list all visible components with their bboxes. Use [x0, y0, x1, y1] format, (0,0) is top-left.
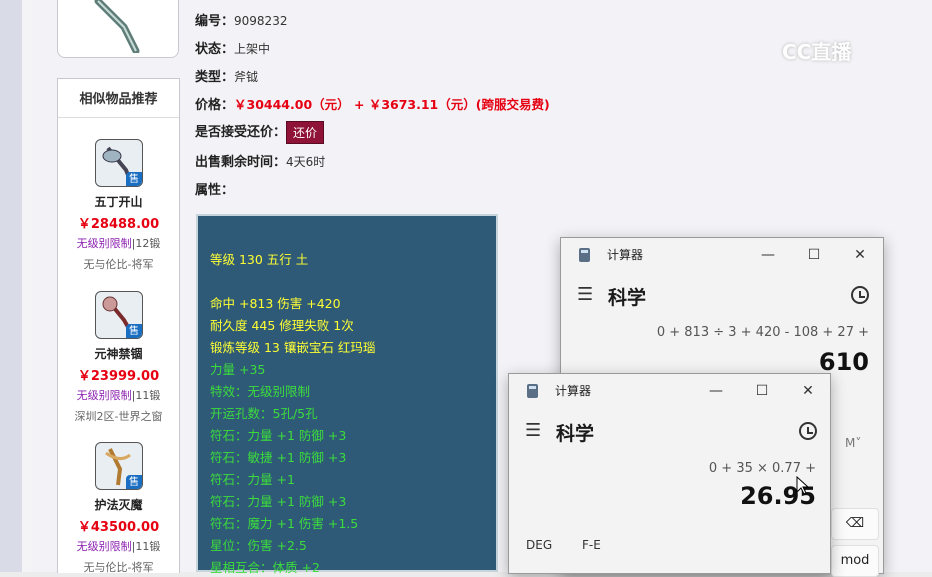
attribute-line: 符石：力量 +1 — [210, 472, 295, 487]
attr-row: 属性： — [195, 179, 234, 198]
menu-icon[interactable]: ☰ — [525, 420, 541, 441]
similar-item[interactable]: 售 元神禁锢 ￥23999.00 无级别限制|11锻 深圳2区-世界之窗 — [58, 291, 179, 424]
similar-item-name[interactable]: 五丁开山 — [58, 193, 179, 210]
item-icon[interactable]: 售 — [94, 442, 143, 490]
type-row: 类型：斧钺 — [195, 66, 258, 85]
similar-items-title: 相似物品推荐 — [58, 79, 179, 118]
result-display: 610 — [818, 348, 869, 376]
attribute-line: 锻炼等级 13 镶嵌宝石 红玛瑙 — [210, 340, 376, 355]
window-title: 计算器 — [607, 248, 644, 262]
attribute-line: 力量 +35 — [210, 362, 266, 377]
attribute-line: 星相互合：体质 +2 — [210, 560, 320, 575]
similar-item-server: 深圳2区-世界之窗 — [74, 410, 163, 423]
left-background — [0, 0, 22, 572]
attribute-line: 符石：魔力 +1 伤害 +1.5 — [210, 516, 359, 531]
similar-item-price: ￥43500.00 — [77, 520, 160, 535]
maximize-icon[interactable]: ☐ — [803, 244, 825, 266]
attribute-line: 命中 +813 伤害 +420 — [210, 296, 341, 311]
status-label: 状态： — [195, 42, 235, 57]
attribute-line: 等级 130 五行 土 — [210, 252, 309, 267]
remaining-row: 出售剩余时间：4天6时 — [195, 151, 325, 170]
similar-item-server: 无与伦比-将军 — [83, 561, 154, 574]
similar-item-name[interactable]: 护法灭魔 — [58, 496, 179, 513]
attr-label: 属性： — [195, 183, 235, 198]
similar-item-limit: 无级别限制|11锻 — [58, 387, 179, 403]
bargain-button[interactable]: 还价 — [286, 121, 325, 144]
forge-level: |11锻 — [131, 540, 161, 553]
deg-toggle[interactable]: DEG — [526, 538, 552, 552]
calculator-mode: 科学 — [608, 287, 647, 309]
price-label: 价格： — [195, 98, 235, 113]
calculator-mode: 科学 — [556, 423, 595, 445]
maximize-icon[interactable]: ☐ — [751, 380, 773, 402]
bargain-row: 是否接受还价： 还价 — [195, 121, 325, 144]
limit-text: 无级别限制 — [76, 389, 132, 402]
item-id-row: 编号：9098232 — [195, 10, 287, 29]
minimize-icon[interactable]: — — [757, 244, 779, 266]
forge-level: |11锻 — [131, 389, 161, 402]
remaining-value: 4天6时 — [286, 155, 326, 169]
forge-level: |12锻 — [131, 237, 161, 250]
item-id-value: 9098232 — [234, 14, 288, 28]
expression-display: 0 + 813 ÷ 3 + 420 - 108 + 27 + — [656, 325, 869, 340]
similar-item-limit: 无级别限制|12锻 — [58, 235, 179, 251]
similar-item-name[interactable]: 元神禁锢 — [58, 345, 179, 362]
close-icon[interactable]: ✕ — [797, 380, 819, 402]
type-label: 类型： — [195, 70, 235, 85]
attribute-line: 特效：无级别限制 — [210, 384, 311, 399]
sale-badge: 售 — [125, 475, 142, 489]
status-row: 状态：上架中 — [195, 38, 270, 57]
history-icon[interactable] — [799, 422, 817, 440]
item-thumbnail — [57, 0, 179, 58]
attribute-line: 符石：力量 +1 防御 +3 — [210, 494, 347, 509]
fe-toggle[interactable]: F-E — [582, 538, 601, 552]
close-icon[interactable]: ✕ — [849, 244, 871, 266]
price-value: ￥30444.00（元） + ￥3673.11（元）(跨服交易费) — [234, 97, 550, 112]
similar-item[interactable]: 售 护法灭魔 ￥43500.00 无级别限制|11锻 无与伦比-将军 — [58, 442, 179, 575]
status-value: 上架中 — [234, 42, 271, 56]
axe-image-icon — [94, 0, 140, 53]
attribute-line: 符石：力量 +1 防御 +3 — [210, 428, 347, 443]
type-value: 斧钺 — [234, 70, 259, 84]
similar-item-limit: 无级别限制|11锻 — [58, 538, 179, 554]
item-icon[interactable]: 售 — [94, 139, 143, 187]
mouse-cursor-icon — [796, 476, 810, 495]
watermark-logo: CC直播 — [782, 40, 852, 64]
limit-text: 无级别限制 — [76, 237, 132, 250]
limit-text: 无级别限制 — [76, 540, 132, 553]
sale-badge: 售 — [125, 172, 142, 186]
similar-item[interactable]: 售 五丁开山 ￥28488.00 无级别限制|12锻 无与伦比-将军 — [58, 139, 179, 272]
expression-display: 0 + 35 × 0.77 + — [708, 461, 816, 476]
attribute-line: 符石：敏捷 +1 防御 +3 — [210, 450, 347, 465]
calculator-app-icon — [579, 248, 590, 262]
item-icon[interactable]: 售 — [94, 291, 143, 339]
attributes-box: 等级 130 五行 土 命中 +813 伤害 +420 耐久度 445 修理失败… — [196, 214, 498, 575]
bargain-label: 是否接受还价： — [195, 125, 287, 140]
title-bar[interactable]: 计算器 — ☐ ✕ — [509, 374, 830, 408]
similar-item-server: 无与伦比-将军 — [83, 258, 154, 271]
similar-item-price: ￥23999.00 — [77, 369, 160, 384]
sale-badge: 售 — [125, 324, 142, 338]
item-id-label: 编号： — [195, 14, 235, 29]
calculator-window-front[interactable]: 计算器 — ☐ ✕ ☰ 科学 0 + 35 × 0.77 + 26.95 DEG… — [508, 373, 831, 574]
remaining-label: 出售剩余时间： — [195, 155, 287, 170]
mod-key[interactable]: mod — [831, 545, 879, 577]
history-icon[interactable] — [851, 286, 869, 304]
attribute-line: 开运孔数：5孔/5孔 — [210, 406, 318, 421]
similar-items-panel: 相似物品推荐 售 五丁开山 ￥28488.00 无级别限制|12锻 无与伦比-将… — [57, 78, 180, 575]
memory-dropdown[interactable]: M˅ — [845, 436, 861, 450]
title-bar[interactable]: 计算器 — ☐ ✕ — [561, 238, 883, 272]
price-row: 价格：￥30444.00（元） + ￥3673.11（元）(跨服交易费) — [195, 94, 550, 113]
minimize-icon[interactable]: — — [705, 380, 727, 402]
backspace-key[interactable]: ⌫ — [831, 508, 879, 540]
calculator-app-icon — [527, 384, 538, 398]
menu-icon[interactable]: ☰ — [577, 284, 593, 305]
window-title: 计算器 — [555, 384, 592, 398]
similar-item-price: ￥28488.00 — [77, 217, 160, 232]
attribute-line: 耐久度 445 修理失败 1次 — [210, 318, 354, 333]
attribute-line: 星位：伤害 +2.5 — [210, 538, 307, 553]
